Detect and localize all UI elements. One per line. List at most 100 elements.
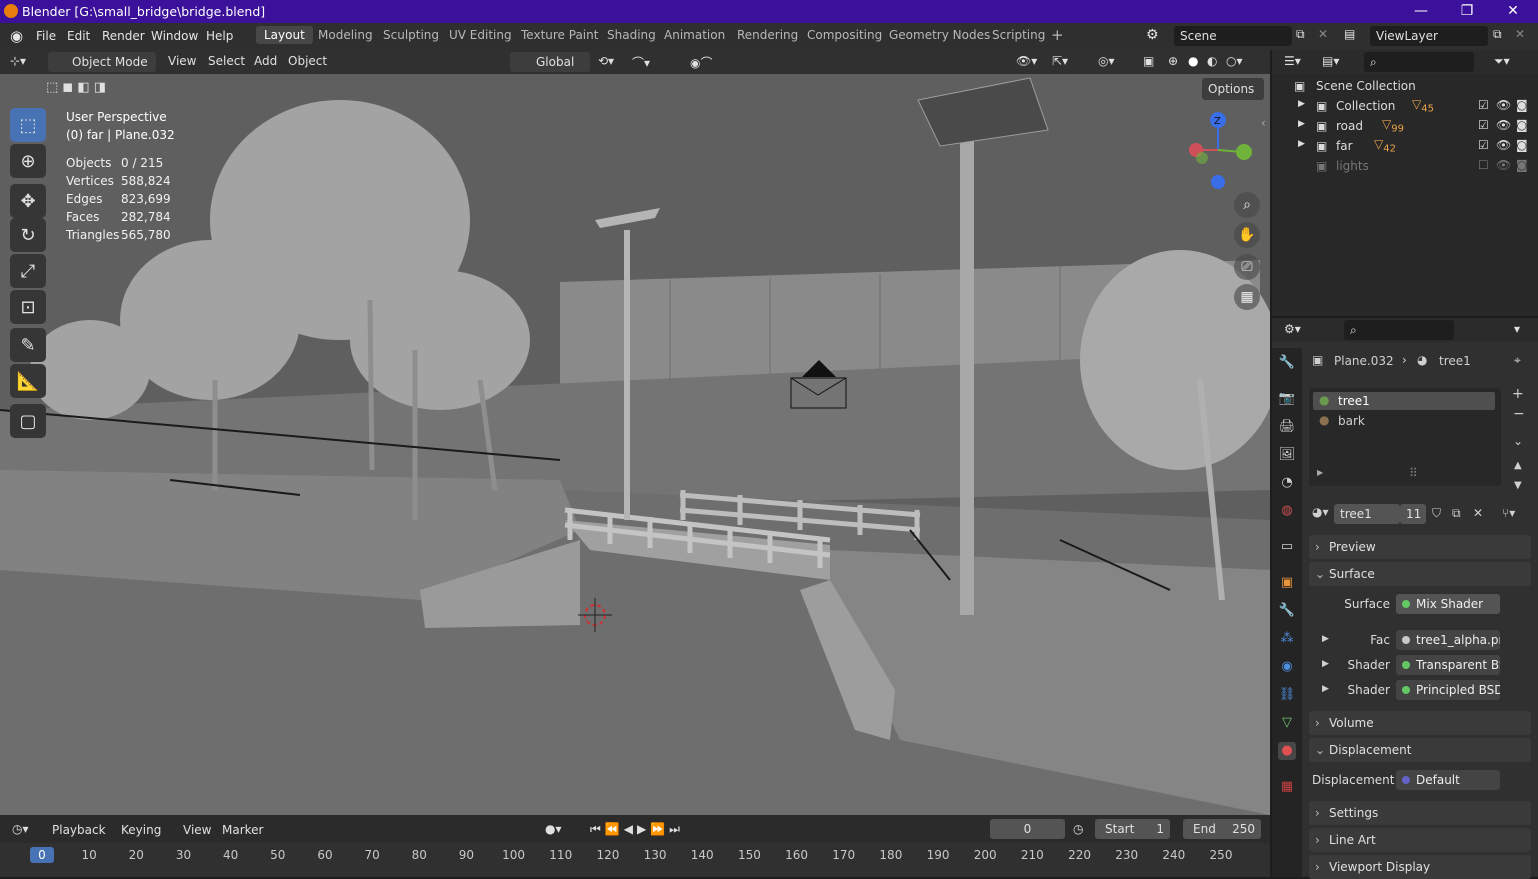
selection-mode-icons[interactable]: ⬚ ◼ ◧ ◨ bbox=[46, 80, 106, 95]
remove-slot-icon[interactable]: − bbox=[1513, 406, 1525, 422]
eye-icon[interactable]: 👁 bbox=[1496, 98, 1511, 112]
render-tab-icon[interactable]: 📷 bbox=[1278, 390, 1296, 408]
transform-orientation[interactable]: Global bbox=[510, 52, 590, 72]
physics-tab-icon[interactable]: ◉ bbox=[1278, 658, 1296, 676]
pin-icon[interactable]: ⌖ bbox=[1514, 353, 1521, 368]
proportional-edit-icon[interactable]: ◉⌒ bbox=[690, 54, 712, 71]
tab-scripting[interactable]: Scripting bbox=[992, 28, 1045, 42]
fake-user-icon[interactable]: ⛉ bbox=[1432, 506, 1441, 521]
view-layer-tab-icon[interactable]: 🖼 bbox=[1278, 446, 1296, 464]
record-icon[interactable]: ●▾ bbox=[545, 822, 562, 836]
camera-view-icon[interactable]: ⎚ bbox=[1234, 254, 1260, 280]
exclude-checkbox[interactable]: ☑ bbox=[1478, 138, 1489, 152]
move-up-icon[interactable]: ▲ bbox=[1514, 460, 1522, 471]
camera-icon[interactable]: ◙ bbox=[1516, 118, 1528, 132]
collection-tab-icon[interactable]: ▭ bbox=[1278, 538, 1296, 556]
material-slot-tree1[interactable]: ● tree1 bbox=[1313, 392, 1495, 410]
material-shading-icon[interactable]: ◐ bbox=[1207, 54, 1217, 68]
eye-icon[interactable]: 👁 bbox=[1496, 138, 1511, 152]
panel-settings[interactable]: › Settings bbox=[1309, 801, 1531, 825]
sidebar-toggle-icon[interactable]: ‹ bbox=[1261, 116, 1266, 130]
display-mode-icon[interactable]: ▤▾ bbox=[1322, 54, 1339, 68]
exclude-checkbox[interactable]: ☑ bbox=[1478, 118, 1489, 132]
delete-scene-icon[interactable]: ✕ bbox=[1318, 27, 1328, 41]
material-name-field[interactable]: tree1 bbox=[1334, 504, 1400, 524]
camera-icon[interactable]: ◙ bbox=[1516, 138, 1528, 152]
outliner-item-collection[interactable]: ▶ ▣ Collection ▽45 ☑ 👁 ◙ bbox=[1272, 97, 1538, 117]
wireframe-shading-icon[interactable]: ⊕ bbox=[1168, 54, 1178, 68]
scale-tool-icon[interactable]: ⤢ bbox=[10, 254, 46, 288]
current-frame-field[interactable]: 0 bbox=[990, 819, 1065, 839]
material-slot-bark[interactable]: ● bark bbox=[1313, 412, 1495, 430]
annotate-tool-icon[interactable]: ✎ bbox=[10, 328, 46, 362]
snap-icon[interactable]: ⌒▾ bbox=[632, 54, 650, 71]
close-button[interactable]: ✕ bbox=[1490, 0, 1536, 23]
blender-menu-icon[interactable]: ◉ bbox=[10, 27, 23, 45]
tab-compositing[interactable]: Compositing bbox=[807, 28, 882, 42]
tab-uv-editing[interactable]: UV Editing bbox=[449, 28, 512, 42]
restore-button[interactable]: ❐ bbox=[1444, 0, 1490, 23]
resize-handle-icon[interactable]: ⠿ bbox=[1409, 466, 1418, 480]
panel-line-art[interactable]: › Line Art bbox=[1309, 828, 1531, 852]
panel-preview[interactable]: › Preview bbox=[1309, 535, 1531, 559]
editor-type-icon[interactable]: ⊹▾ bbox=[10, 54, 26, 68]
keying-menu[interactable]: Keying bbox=[121, 823, 161, 837]
new-scene-icon[interactable]: ⧉ bbox=[1296, 27, 1305, 42]
menu-file[interactable]: File bbox=[36, 29, 56, 43]
start-frame-field[interactable]: Start 1 bbox=[1095, 819, 1170, 839]
constraints-tab-icon[interactable]: ⛓ bbox=[1278, 686, 1296, 704]
cursor-tool-icon[interactable]: ⊕ bbox=[10, 144, 46, 178]
add-slot-icon[interactable]: + bbox=[1512, 386, 1524, 402]
browse-material-icon[interactable]: ◕▾ bbox=[1312, 505, 1329, 519]
unlink-material-icon[interactable]: ✕ bbox=[1473, 506, 1483, 520]
expand-icon[interactable]: ▶ bbox=[1317, 468, 1323, 477]
zoom-icon[interactable]: ⌕ bbox=[1234, 192, 1260, 218]
menu-render[interactable]: Render bbox=[102, 29, 145, 43]
menu-edit[interactable]: Edit bbox=[67, 29, 90, 43]
view-menu[interactable]: View bbox=[168, 54, 196, 68]
properties-editor-icon[interactable]: ⚙▾ bbox=[1284, 322, 1301, 336]
rotate-tool-icon[interactable]: ↻ bbox=[10, 218, 46, 252]
add-menu[interactable]: Add bbox=[254, 54, 277, 68]
tab-modeling[interactable]: Modeling bbox=[318, 28, 373, 42]
visibility-icon[interactable]: 👁▾ bbox=[1016, 54, 1037, 68]
properties-options-icon[interactable]: ▾ bbox=[1514, 322, 1520, 336]
view-layer-icon[interactable]: ▤ bbox=[1344, 27, 1355, 41]
outliner-editor-icon[interactable]: ☰▾ bbox=[1284, 54, 1301, 68]
panel-displacement[interactable]: ⌄ Displacement bbox=[1309, 738, 1531, 762]
tab-animation[interactable]: Animation bbox=[664, 28, 725, 42]
measure-tool-icon[interactable]: 📐 bbox=[10, 364, 46, 398]
duplicate-material-icon[interactable]: ⧉ bbox=[1452, 506, 1461, 521]
tab-shading[interactable]: Shading bbox=[607, 28, 656, 42]
timeline-view-menu[interactable]: View bbox=[183, 823, 211, 837]
options-dropdown[interactable]: Options bbox=[1202, 78, 1264, 100]
gizmo-toggle-icon[interactable]: ⇱▾ bbox=[1052, 54, 1068, 68]
move-tool-icon[interactable]: ✥ bbox=[10, 184, 46, 218]
end-frame-field[interactable]: End 250 bbox=[1183, 819, 1261, 839]
slot-menu-icon[interactable]: ⌄ bbox=[1513, 434, 1523, 448]
modifier-tab-icon[interactable]: 🔧 bbox=[1278, 602, 1296, 620]
shader2-input-field[interactable]: Principled BSDF bbox=[1396, 680, 1500, 700]
expand-icon[interactable]: ▶ bbox=[1298, 99, 1305, 109]
delete-view-layer-icon[interactable]: ✕ bbox=[1515, 27, 1525, 41]
pivot-icon[interactable]: ⟲▾ bbox=[598, 54, 614, 68]
playback-menu[interactable]: Playback bbox=[52, 823, 106, 837]
expand-icon[interactable]: ▶ bbox=[1298, 119, 1305, 129]
shader1-input-field[interactable]: Transparent BS... bbox=[1396, 655, 1500, 675]
filter-icon[interactable]: ⏷▾ bbox=[1494, 54, 1510, 69]
menu-help[interactable]: Help bbox=[206, 29, 233, 43]
select-menu[interactable]: Select bbox=[208, 54, 245, 68]
scene-tab-icon[interactable]: ◔ bbox=[1278, 474, 1296, 492]
user-count[interactable]: 11 bbox=[1400, 504, 1426, 524]
outliner-item-road[interactable]: ▶ ▣ road ▽99 ☑ 👁 ◙ bbox=[1272, 117, 1538, 137]
surface-shader-field[interactable]: Mix Shader bbox=[1396, 594, 1500, 614]
mode-selector[interactable]: Object Mode bbox=[48, 52, 156, 72]
outliner-item-far[interactable]: ▶ ▣ far ▽42 ☑ 👁 ◙ bbox=[1272, 137, 1538, 157]
transform-tool-icon[interactable]: ⊡ bbox=[10, 290, 46, 324]
camera-icon[interactable]: ◙ bbox=[1516, 98, 1528, 112]
exclude-checkbox[interactable]: ☐ bbox=[1478, 158, 1489, 172]
eye-icon[interactable]: 👁 bbox=[1496, 118, 1511, 132]
add-workspace-button[interactable]: + bbox=[1051, 26, 1064, 44]
marker-menu[interactable]: Marker bbox=[222, 823, 263, 837]
particles-tab-icon[interactable]: ⁂ bbox=[1278, 630, 1296, 648]
